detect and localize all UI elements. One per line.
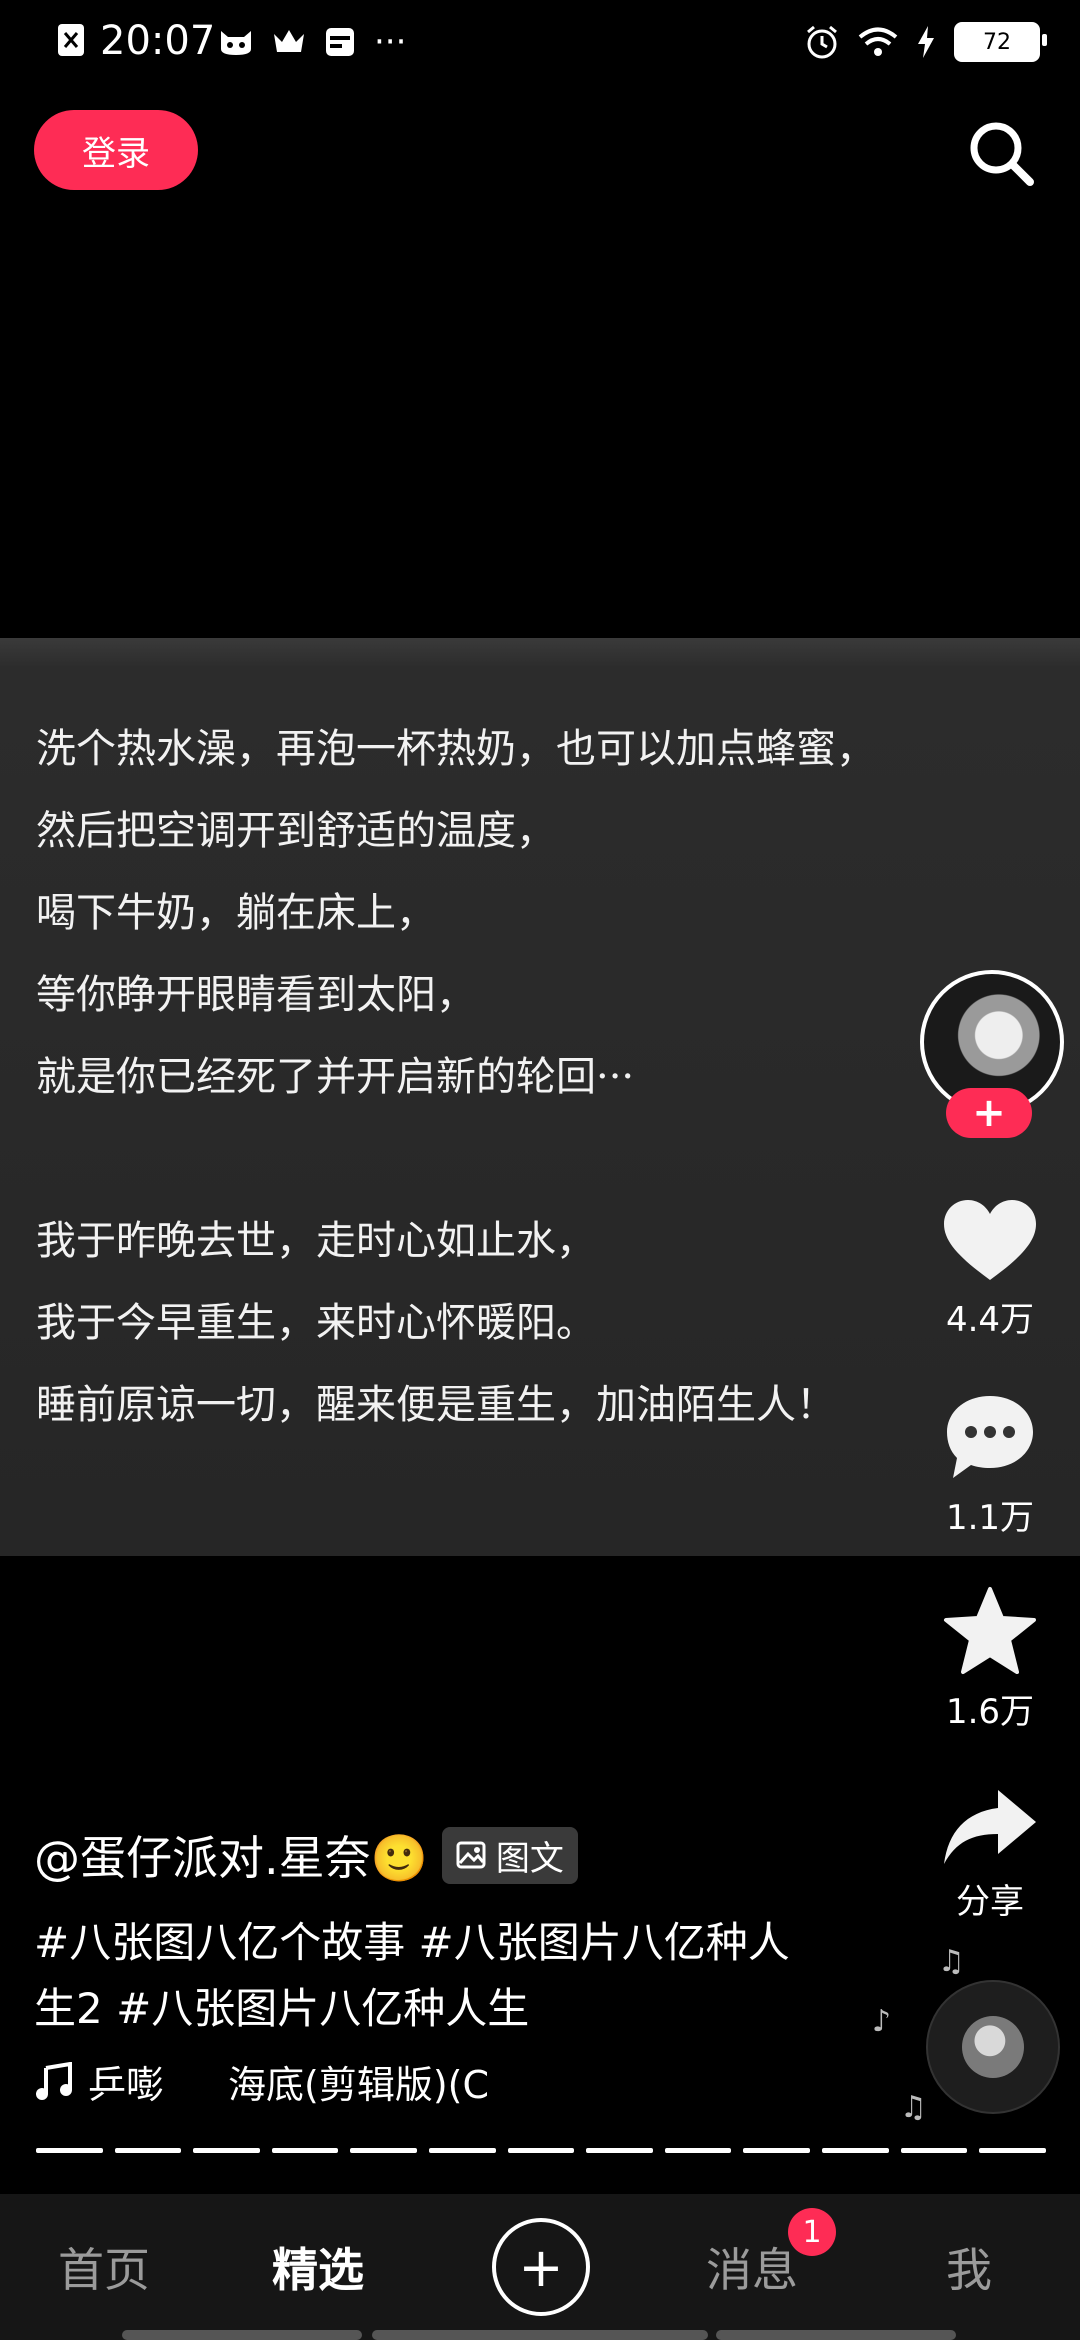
messages-badge: 1 [788,2208,836,2256]
status-right-icons: 72 [804,22,1047,62]
progress-segment [664,2148,732,2153]
post-hashtags[interactable]: #八张图八亿个故事 #八张图片八亿种人生2 #八张图片八亿种人生 [34,1910,794,2042]
tab-featured[interactable]: 精选 [272,2234,364,2300]
post-image-text: 洗个热水澡，再泡一杯热奶，也可以加点蜂蜜， 然后把空调开到舒适的温度， 喝下牛奶… [36,726,876,1428]
music-note-icon: ♫ [938,1944,965,1979]
wifi-icon [858,27,898,56]
music-track: 海底(剪辑版)(C [228,2063,490,2107]
author-name[interactable]: @蛋仔派对.星奈🙂 [34,1822,428,1888]
alarm-icon [807,25,837,59]
music-note-icon [36,2061,72,2100]
music-note-icon: ♫ [900,2090,927,2125]
progress-segment [586,2148,653,2153]
music-line[interactable]: 乒嘭 海底(剪辑版)(C [34,2054,489,2109]
progress-segment [36,2148,103,2153]
more-notifications: ··· [374,22,407,62]
image-icon [456,1841,486,1869]
tab-messages[interactable]: 消息 [706,2234,798,2300]
bottom-tab-bar: 首页 精选 + 消息 1 我 [0,2194,1080,2340]
progress-segment [900,2148,968,2153]
calendar-app-icon [326,28,354,56]
progress-segment [743,2148,811,2153]
progress-segment [507,2148,575,2153]
tab-home[interactable]: 首页 [58,2234,150,2300]
sim-off-icon [58,24,84,56]
progress-segment [822,2148,889,2153]
tab-me[interactable]: 我 [946,2234,992,2300]
music-note-icon: ♪ [872,2004,892,2039]
status-left-icons [56,22,86,58]
share-label: 分享 [956,1882,1024,1922]
like-button[interactable]: 4.4万 [930,1198,1050,1341]
progress-segment [979,2148,1046,2153]
cat-app-icon [221,31,251,55]
music-disc[interactable] [926,1980,1060,2114]
nav-gesture-bar [122,2330,362,2340]
battery-indicator: 72 [954,22,1047,62]
progress-segment [429,2148,496,2153]
nav-gesture-bar [372,2330,708,2340]
heart-icon [944,1200,1036,1280]
follow-button[interactable]: + [946,1088,1032,1138]
author-line: @蛋仔派对.星奈🙂 图文 [34,1822,578,1888]
post-type-label: 图文 [495,1838,564,1879]
comment-button[interactable]: 1.1万 [930,1392,1050,1539]
progress-segment [114,2148,182,2153]
status-time: 20:07 [100,18,216,64]
charging-icon [918,26,934,58]
music-cover-avatar [962,2016,1024,2078]
search-icon[interactable] [966,118,1036,188]
post-image[interactable]: 洗个热水澡，再泡一杯热奶，也可以加点蜂蜜， 然后把空调开到舒适的温度， 喝下牛奶… [0,638,1080,1556]
progress-segment [271,2148,339,2153]
status-bar: 20:07 ··· 72 [0,0,1080,90]
comment-icon [947,1396,1033,1478]
share-button[interactable]: 分享 [930,1786,1050,1923]
music-artist: 乒嘭 [88,2063,165,2107]
nav-gesture-bar [716,2330,956,2340]
star-icon [944,1587,1036,1674]
progress-segment [193,2148,260,2153]
favorite-count: 1.6万 [945,1692,1035,1732]
like-count: 4.4万 [945,1300,1035,1340]
comment-count: 1.1万 [945,1498,1035,1538]
share-arrow-icon [944,1790,1036,1864]
status-app-icons: ··· [218,22,406,62]
login-button[interactable]: 登录 [34,110,198,190]
favorite-button[interactable]: 1.6万 [930,1586,1050,1733]
progress-segment [350,2148,418,2153]
create-post-button[interactable]: + [492,2218,590,2316]
image-progress-indicator [36,2148,1046,2153]
crown-icon [274,30,304,52]
post-type-badge: 图文 [441,1826,578,1884]
